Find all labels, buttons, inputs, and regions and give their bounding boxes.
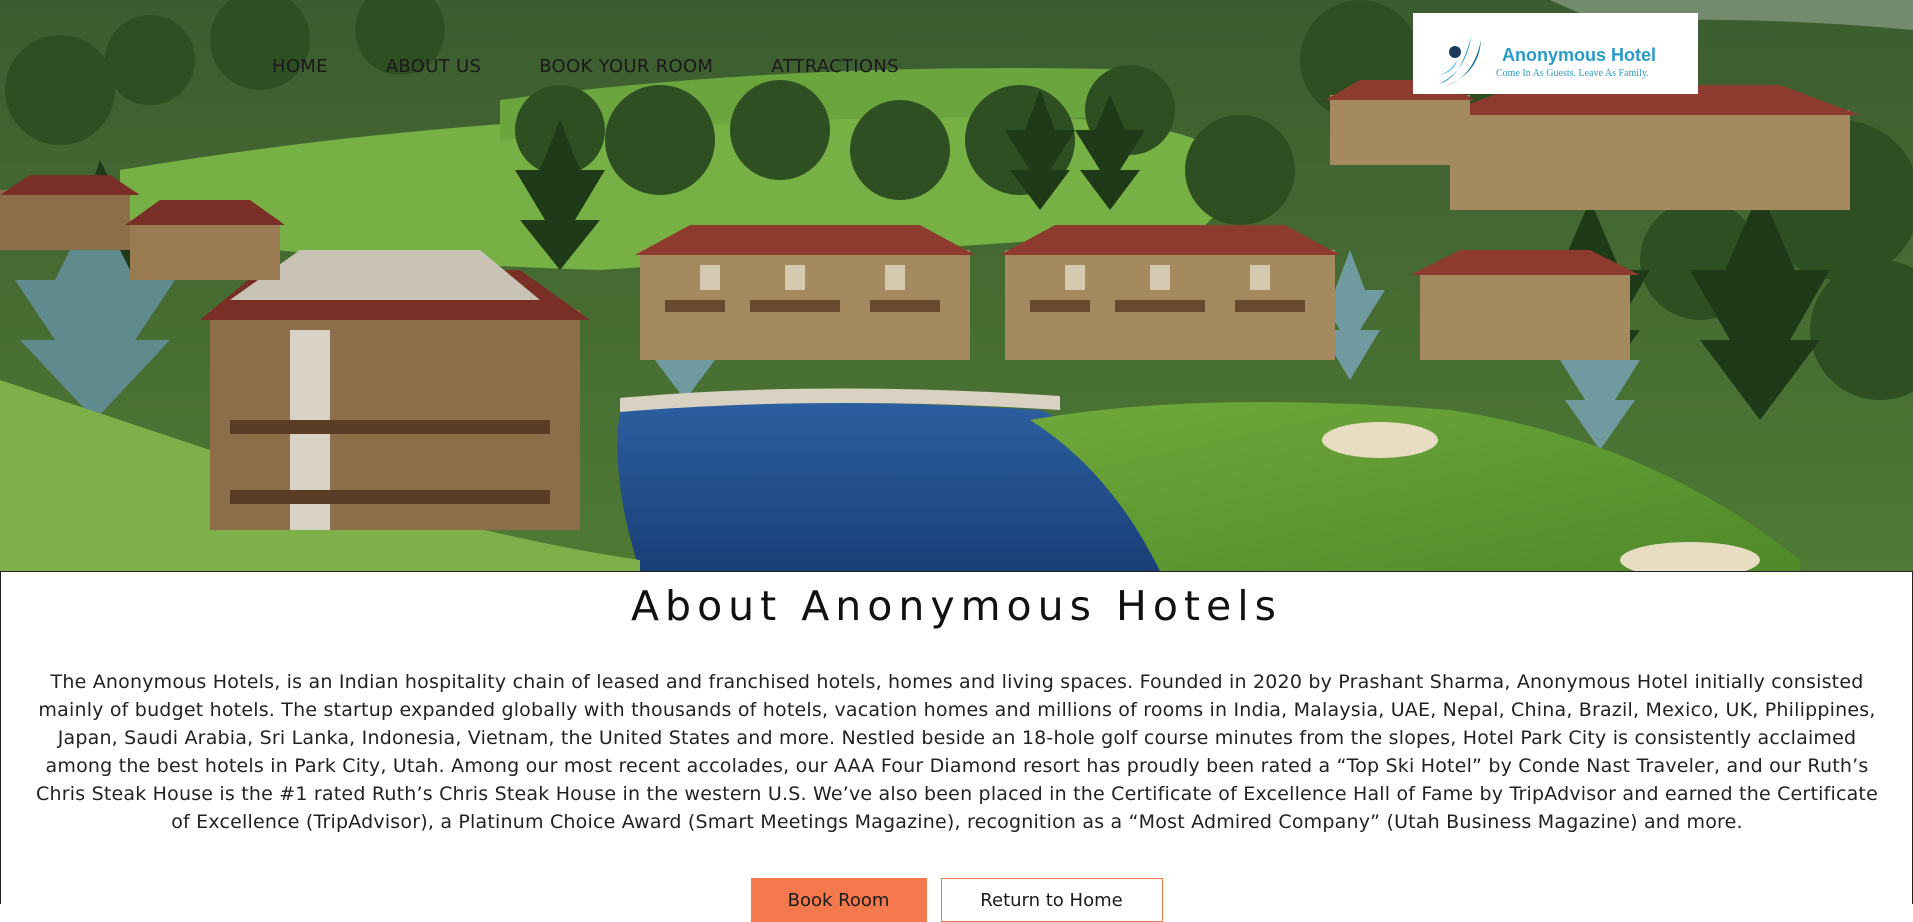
swoosh-logo-icon bbox=[1437, 36, 1481, 86]
hotel-logo[interactable]: Anonymous Hotel Come In As Guests. Leave… bbox=[1413, 13, 1698, 94]
nav-about-link[interactable]: ABOUT US bbox=[386, 56, 481, 77]
logo-title: Anonymous Hotel bbox=[1502, 45, 1657, 65]
action-buttons: Book Room Return to Home bbox=[1, 878, 1912, 922]
about-heading: About Anonymous Hotels bbox=[631, 582, 1282, 630]
about-section: About Anonymous Hotels The Anonymous Hot… bbox=[0, 571, 1913, 922]
book-room-button[interactable]: Book Room bbox=[750, 878, 927, 922]
nav-home-link[interactable]: HOME bbox=[272, 56, 328, 77]
logo-tagline: Come In As Guests. Leave As Family. bbox=[1496, 68, 1649, 79]
nav-book-room-link[interactable]: BOOK YOUR ROOM bbox=[539, 56, 713, 77]
main-nav: HOME ABOUT US BOOK YOUR ROOM ATTRACTIONS bbox=[272, 56, 957, 77]
nav-attractions-link[interactable]: ATTRACTIONS bbox=[771, 56, 899, 77]
return-home-button[interactable]: Return to Home bbox=[940, 878, 1163, 922]
about-body-text: The Anonymous Hotels, is an Indian hospi… bbox=[36, 671, 1878, 833]
hero-banner: HOME ABOUT US BOOK YOUR ROOM ATTRACTIONS… bbox=[0, 0, 1913, 571]
